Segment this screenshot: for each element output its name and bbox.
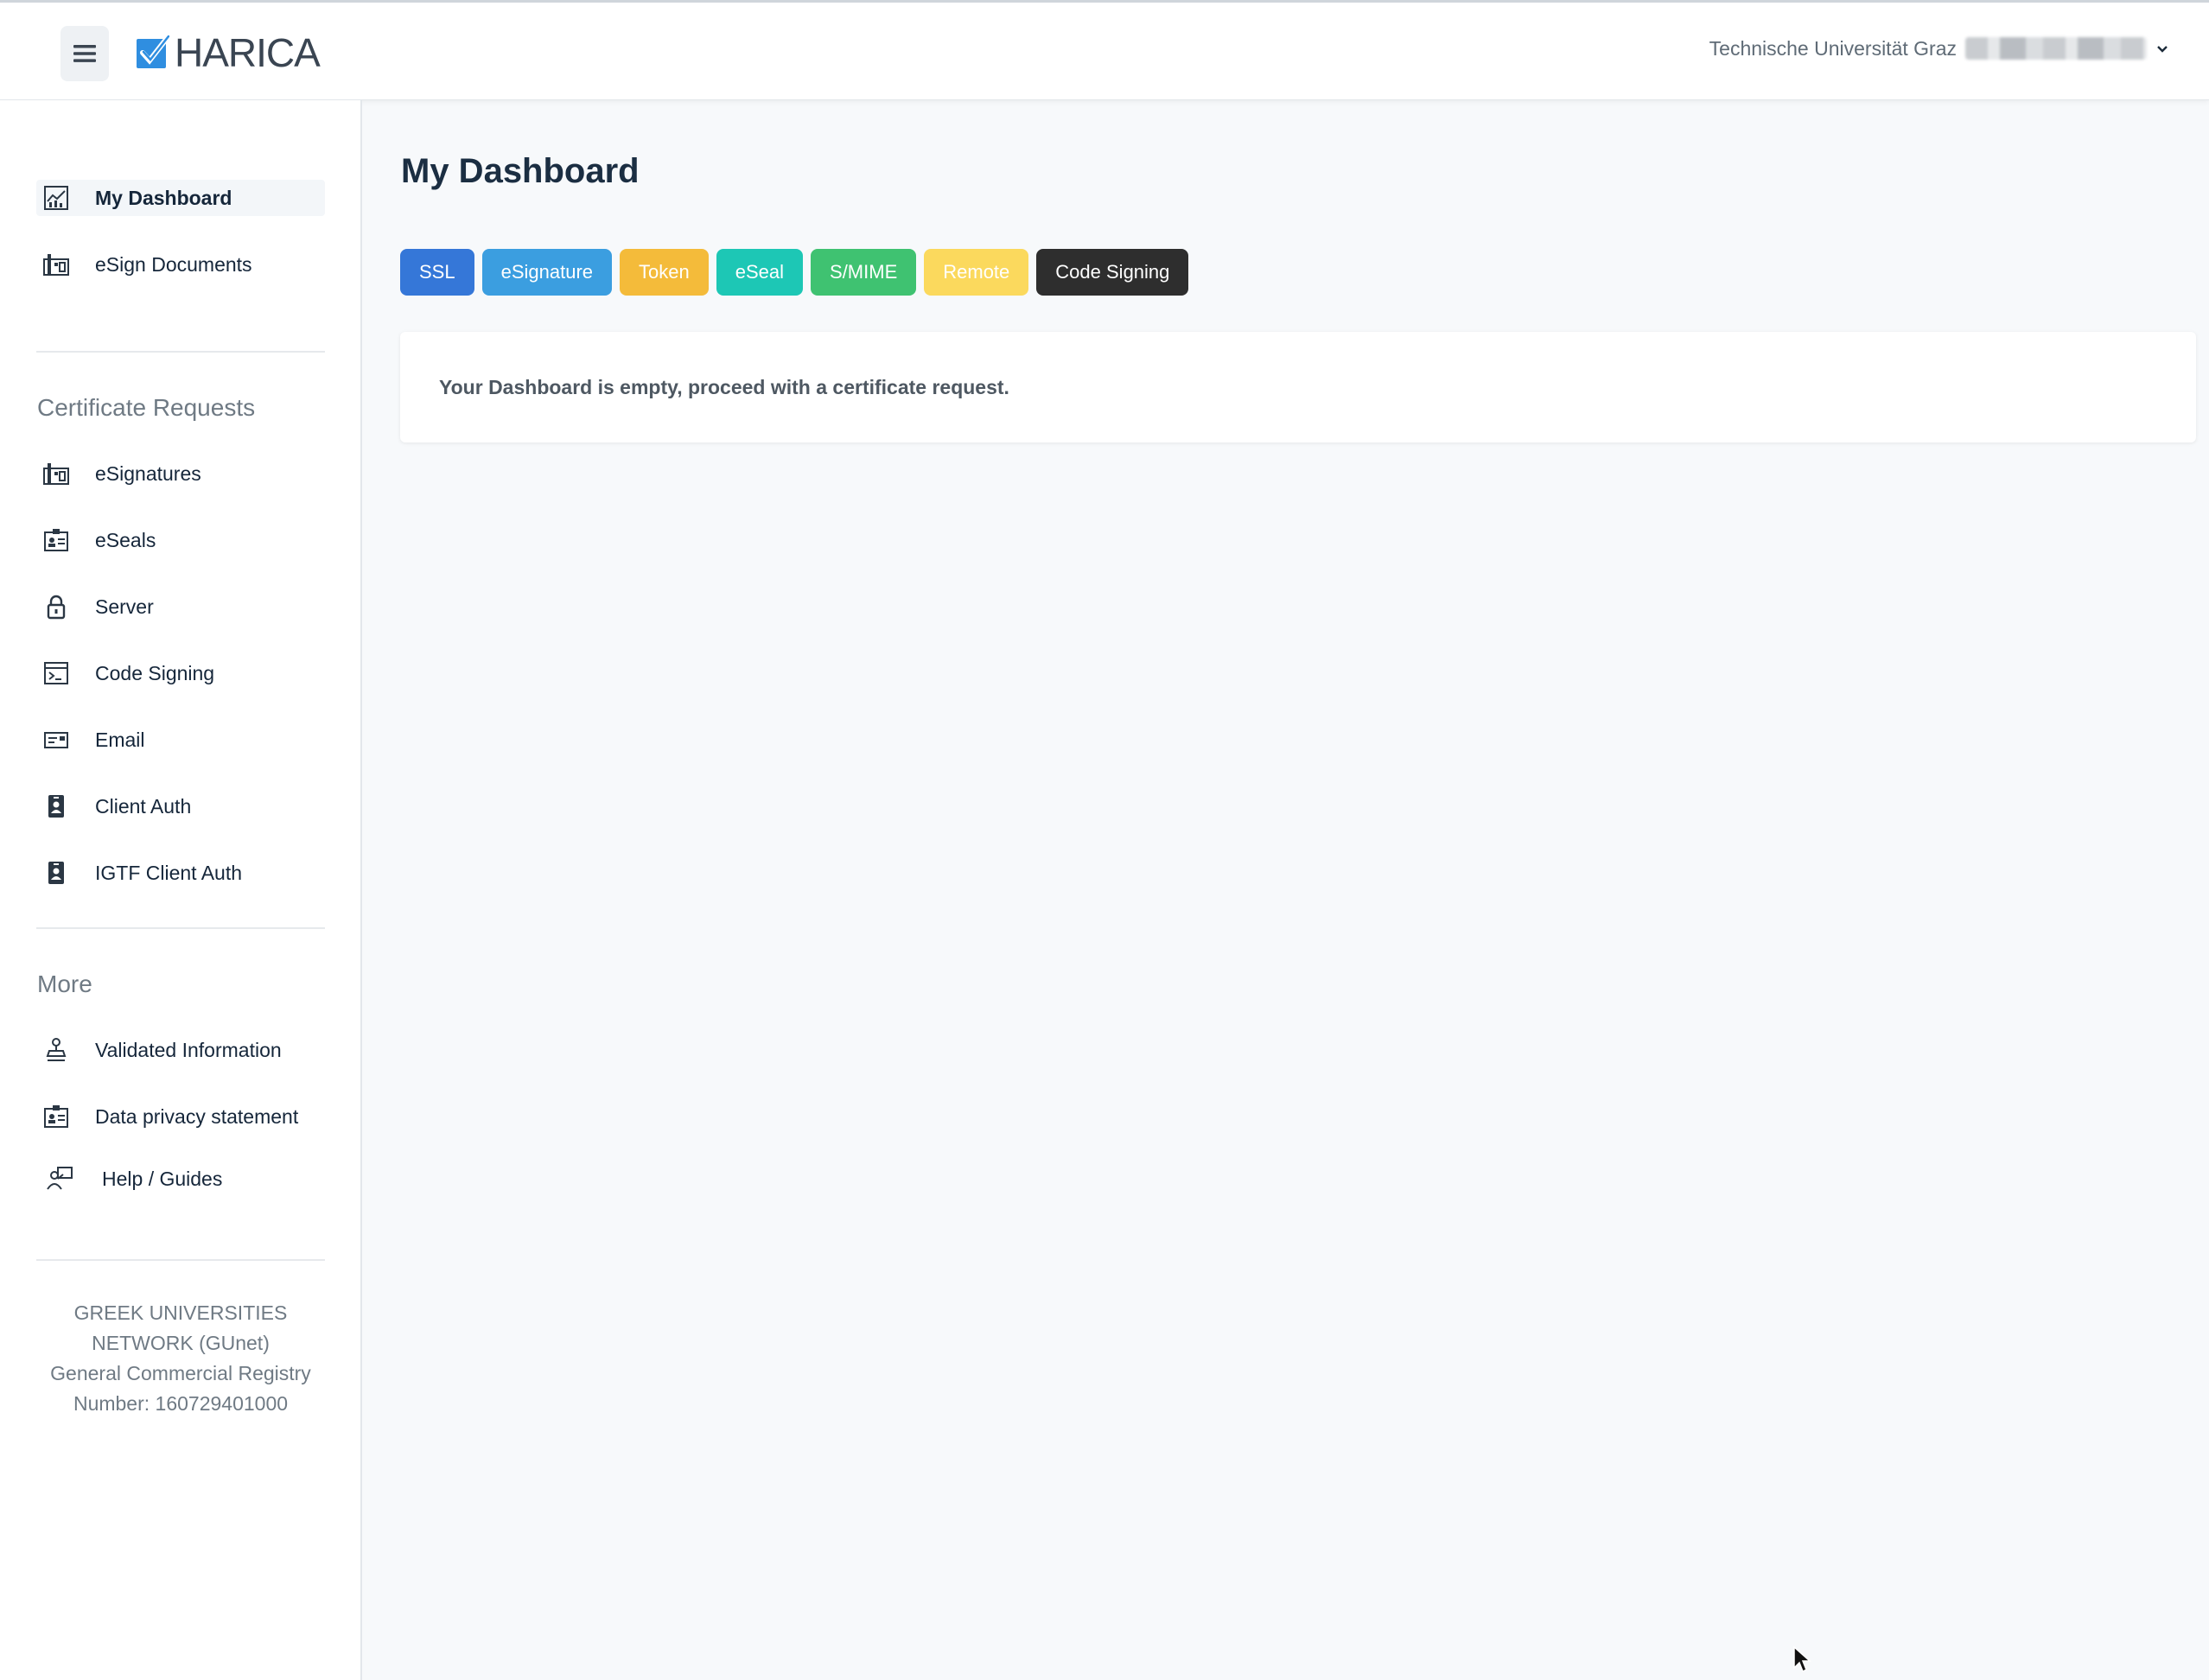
sidebar-footer: GREEK UNIVERSITIES NETWORK (GUnet) Gener… — [36, 1298, 325, 1419]
sidebar-divider — [36, 1259, 325, 1261]
sidebar-item-help-guides[interactable]: Help / Guides — [36, 1161, 325, 1197]
sidebar-item-label: Help / Guides — [102, 1167, 223, 1190]
sidebar-item-label: eSignatures — [95, 461, 201, 485]
badge-icon — [41, 858, 71, 888]
tab-smime[interactable]: S/MIME — [811, 249, 917, 296]
sidebar-divider — [36, 927, 325, 929]
footer-line: NETWORK (GUnet) — [92, 1332, 270, 1354]
checkmark-logo-icon — [137, 35, 169, 68]
sidebar: My Dashboard eSign Documents Certificate… — [0, 100, 362, 1680]
logo-text: HARICA — [175, 30, 321, 75]
footer-line: GREEK UNIVERSITIES — [73, 1301, 288, 1324]
sidebar-item-esignatures[interactable]: eSignatures — [36, 455, 325, 492]
terminal-icon — [41, 659, 71, 688]
footer-line: General Commercial Registry — [50, 1362, 311, 1384]
mouse-cursor-icon — [1793, 1645, 1811, 1673]
tab-ssl[interactable]: SSL — [400, 249, 474, 296]
section-title-more: More — [37, 970, 92, 997]
sidebar-item-esign-documents[interactable]: eSign Documents — [36, 246, 325, 283]
tab-eseal[interactable]: eSeal — [716, 249, 804, 296]
certificate-type-tabs: SSL eSignature Token eSeal S/MIME Remote… — [400, 249, 1189, 296]
sidebar-item-client-auth[interactable]: Client Auth — [36, 788, 325, 824]
tab-token[interactable]: Token — [620, 249, 709, 296]
user-name-redacted — [1965, 37, 2147, 60]
esign-icon — [41, 459, 71, 488]
sidebar-item-eseals[interactable]: eSeals — [36, 522, 325, 558]
sidebar-item-label: Validated Information — [95, 1038, 282, 1061]
sidebar-item-label: IGTF Client Auth — [95, 861, 243, 884]
top-bar: HARICA Technische Universität Graz — [0, 0, 2209, 100]
organization-name: Technische Universität Graz — [1709, 36, 1957, 60]
sidebar-item-igtf-client-auth[interactable]: IGTF Client Auth — [36, 855, 325, 891]
main-content: My Dashboard SSL eSignature Token eSeal … — [363, 100, 2209, 1680]
sidebar-item-label: Client Auth — [95, 794, 192, 818]
presenter-icon — [45, 1164, 74, 1193]
section-title-certificate-requests: Certificate Requests — [37, 394, 256, 421]
empty-dashboard-card: Your Dashboard is empty, proceed with a … — [400, 332, 2196, 442]
sidebar-item-validated-information[interactable]: Validated Information — [36, 1032, 325, 1068]
tab-remote[interactable]: Remote — [924, 249, 1029, 296]
menu-toggle-button[interactable] — [60, 26, 109, 81]
sidebar-item-label: Code Signing — [95, 661, 215, 684]
harica-logo[interactable]: HARICA — [135, 30, 321, 75]
tab-code-signing[interactable]: Code Signing — [1036, 249, 1189, 296]
chevron-down-icon — [2157, 46, 2168, 53]
sidebar-item-email[interactable]: Email — [36, 722, 325, 758]
sidebar-item-label: eSeals — [95, 528, 156, 551]
user-menu[interactable]: Technische Universität Graz — [1709, 34, 2169, 63]
sidebar-divider — [36, 351, 325, 353]
sidebar-item-label: Data privacy statement — [95, 1104, 299, 1128]
sidebar-item-label: Server — [95, 595, 154, 618]
badge-icon — [41, 792, 71, 821]
id-card-icon — [41, 1102, 71, 1131]
footer-line: Number: 160729401000 — [73, 1392, 289, 1415]
sidebar-item-data-privacy-statement[interactable]: Data privacy statement — [36, 1098, 325, 1135]
hamburger-icon — [73, 45, 96, 62]
sidebar-item-code-signing[interactable]: Code Signing — [36, 655, 325, 691]
lock-icon — [41, 592, 71, 621]
page-title: My Dashboard — [401, 152, 640, 190]
chart-icon — [41, 183, 71, 213]
stamp-icon — [41, 1035, 71, 1065]
sidebar-item-label: Email — [95, 728, 145, 751]
email-card-icon — [41, 725, 71, 754]
sidebar-item-label: eSign Documents — [95, 252, 252, 276]
esign-icon — [41, 250, 71, 279]
sidebar-item-label: My Dashboard — [95, 186, 232, 209]
sidebar-item-server[interactable]: Server — [36, 589, 325, 625]
sidebar-item-my-dashboard[interactable]: My Dashboard — [36, 180, 325, 216]
id-card-icon — [41, 525, 71, 555]
empty-dashboard-message: Your Dashboard is empty, proceed with a … — [439, 375, 1009, 398]
tab-esignature[interactable]: eSignature — [481, 249, 613, 296]
